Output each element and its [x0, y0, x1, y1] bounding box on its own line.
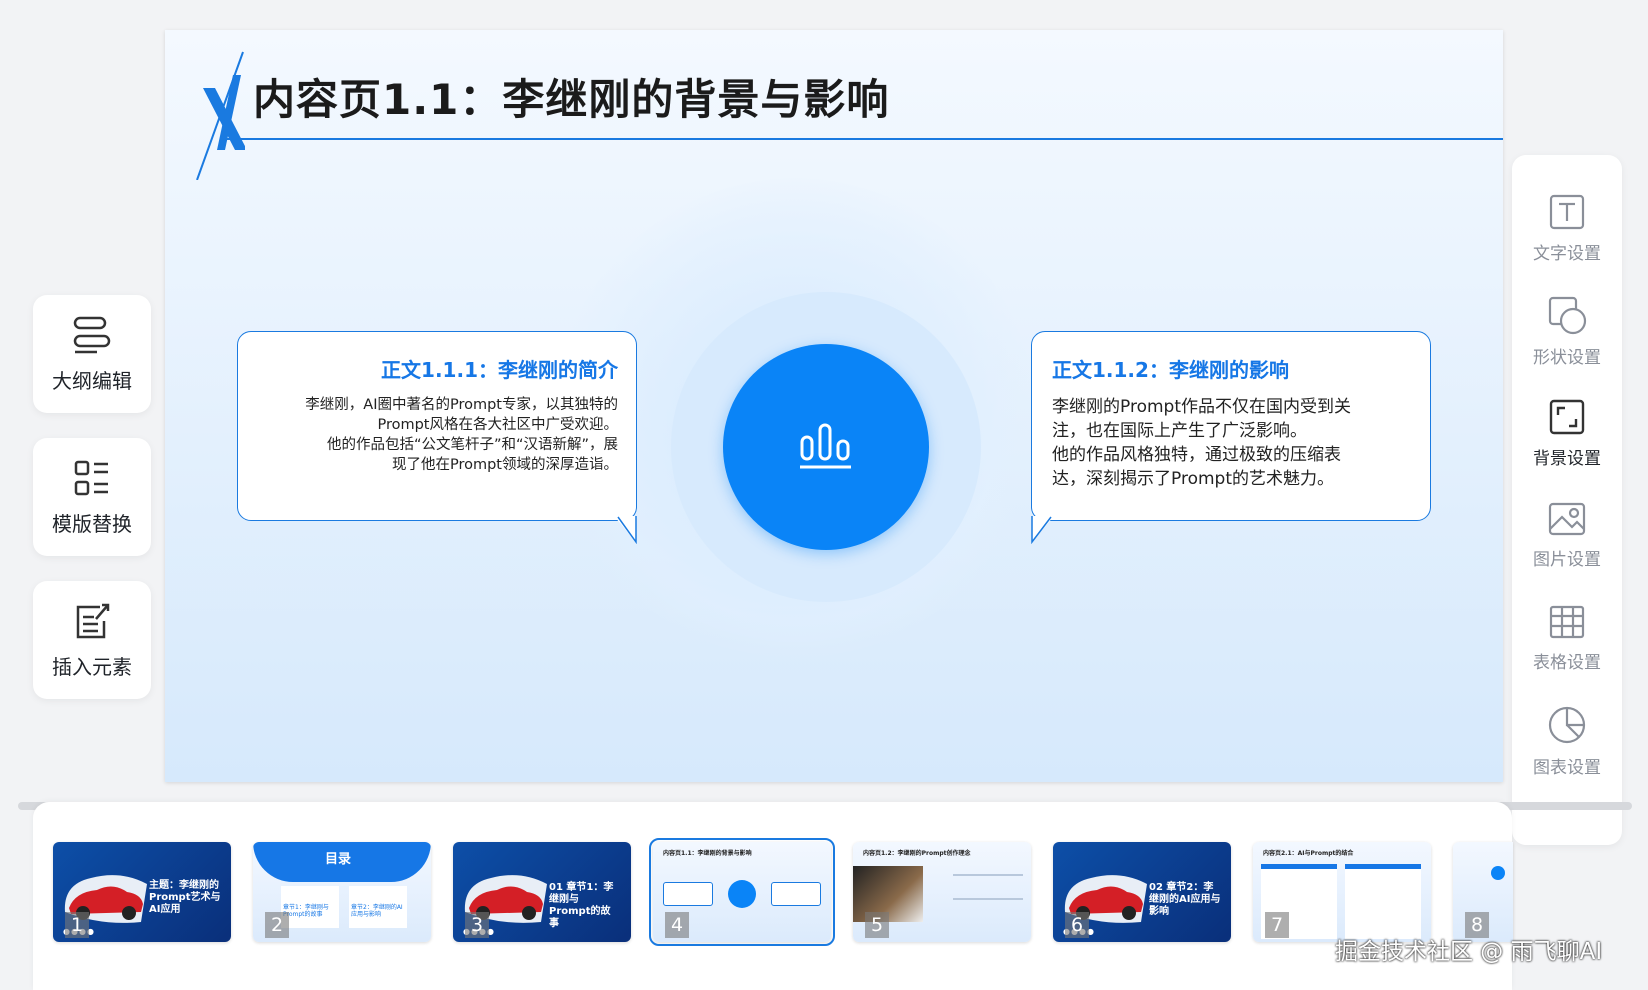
outline-edit-label: 大纲编辑: [52, 368, 132, 393]
thumbnail-text: 目录: [325, 852, 352, 867]
settings-panel: 文字设置 形状设置 背景设置 图片设置 表格设置 图表设置: [1512, 155, 1622, 845]
template-icon: [74, 460, 108, 495]
image-settings-label: 图片设置: [1533, 550, 1601, 570]
thumbnail-card: [1345, 864, 1421, 939]
thumbnail-number: 7: [1265, 912, 1289, 938]
background-settings-button[interactable]: 背景设置: [1512, 398, 1622, 469]
watermark: 掘金技术社区 @ 雨飞聊AI: [1335, 939, 1603, 965]
thumbnail-text: 主题：李继刚的Prompt艺术与AI应用: [149, 880, 221, 915]
slide-title[interactable]: 内容页1.1：李继刚的背景与影响: [253, 66, 889, 127]
slide-thumbnail-1[interactable]: 主题：李继刚的Prompt艺术与AI应用 ●●●● 1: [53, 842, 231, 942]
table-settings-button[interactable]: 表格设置: [1512, 604, 1622, 673]
body-line: Prompt风格在各大社区中广受欢迎。: [377, 417, 618, 433]
body-line: 他的作品包括“公文笔杆子”和“汉语新解”，展: [326, 437, 618, 453]
table-icon: [1549, 605, 1585, 639]
image-settings-button[interactable]: 图片设置: [1512, 501, 1622, 570]
insert-element-label: 插入元素: [52, 654, 132, 679]
thumbnail-card: [663, 882, 713, 906]
thumbnail-circle: [728, 880, 756, 908]
shape-icon: [1548, 296, 1587, 335]
thumbnail-text: 内容页1.1：李继刚的背景与影响: [663, 850, 752, 857]
thumbnail-number: 1: [65, 912, 89, 938]
thumbnail-card: [771, 882, 821, 906]
text-icon: [1549, 194, 1585, 230]
bubble-left-body: 李继刚，AI圈中著名的Prompt专家，以其独特的 Prompt风格在各大社区中…: [258, 395, 618, 475]
slide-thumbnail-5[interactable]: 内容页1.2：李继刚的Prompt创作理念 5: [853, 842, 1031, 942]
background-icon: [1549, 399, 1585, 435]
bubble-right-tail: [1031, 516, 1054, 544]
slide-canvas[interactable]: 内容页1.1：李继刚的背景与影响 正文1.1.1：李继刚的简介 李继刚，AI圈中…: [165, 30, 1503, 782]
shape-settings-button[interactable]: 形状设置: [1512, 295, 1622, 368]
template-replace-button[interactable]: 模版替换: [33, 438, 151, 556]
thumbnail-card: 章节2：李继刚的AI应用与影响: [349, 886, 407, 928]
body-line: 达，深刻揭示了Prompt的艺术魅力。: [1052, 469, 1334, 489]
thumbnail-line: [953, 874, 1023, 876]
text-settings-label: 文字设置: [1533, 244, 1601, 264]
bubble-left-heading: 正文1.1.1：李继刚的简介: [381, 358, 618, 382]
body-line: 他的作品风格独特，通过极致的压缩表: [1052, 445, 1341, 465]
chart-settings-button[interactable]: 图表设置: [1512, 705, 1622, 778]
thumbnail-circle: [1491, 866, 1505, 880]
slide-thumbnail-8[interactable]: 8: [1453, 842, 1513, 942]
insert-element-button[interactable]: 插入元素: [33, 581, 151, 699]
thumbnail-number: 3: [465, 912, 489, 938]
title-underline: [225, 138, 1503, 140]
thumbnail-text: 01 章节1：李继刚与Prompt的故事: [549, 882, 614, 929]
text-settings-button[interactable]: 文字设置: [1512, 193, 1622, 264]
center-circle[interactable]: [723, 344, 929, 550]
thumbnail-text: 内容页1.2：李继刚的Prompt创作理念: [863, 850, 971, 857]
bubble-right-heading: 正文1.1.2：李继刚的影响: [1052, 358, 1289, 382]
body-line: 现了他在Prompt领域的深厚造诣。: [391, 457, 618, 473]
background-settings-label: 背景设置: [1533, 449, 1601, 469]
slide-thumbnail-4[interactable]: 内容页1.1：李继刚的背景与影响 4: [649, 838, 835, 946]
body-line: 李继刚，AI圈中著名的Prompt专家，以其独特的: [305, 397, 618, 413]
thumbnail-number: 6: [1065, 912, 1089, 938]
thumbnail-card: 章节1：李继刚与Prompt的故事: [281, 886, 339, 928]
body-line: 李继刚的Prompt作品不仅在国内受到关: [1052, 397, 1351, 417]
chart-icon: [1548, 706, 1586, 744]
thumbnail-number: 4: [665, 912, 689, 938]
slide-thumbnail-2[interactable]: 目录 章节1：李继刚与Prompt的故事 章节2：李继刚的AI应用与影响 2: [253, 842, 431, 942]
slide-thumbnail-3[interactable]: 01 章节1：李继刚与Prompt的故事 ●●●● 3: [453, 842, 631, 942]
image-icon: [1548, 502, 1586, 536]
thumbnail-number: 5: [865, 912, 889, 938]
slide-thumbnail-7[interactable]: 内容页2.1：AI与Prompt的结合 7: [1253, 842, 1431, 942]
table-settings-label: 表格设置: [1533, 653, 1601, 673]
outline-icon: [73, 316, 111, 353]
thumbnail-number: 2: [265, 912, 289, 938]
bubble-left-tail: [614, 516, 637, 544]
outline-edit-button[interactable]: 大纲编辑: [33, 295, 151, 413]
template-replace-label: 模版替换: [52, 511, 132, 536]
bar-chart-icon: [800, 423, 851, 469]
insert-icon: [76, 603, 110, 638]
body-line: 注，也在国际上产生了广泛影响。: [1052, 421, 1307, 441]
chart-settings-label: 图表设置: [1533, 758, 1601, 778]
bubble-right-body: 李继刚的Prompt作品不仅在国内受到关 注，也在国际上产生了广泛影响。 他的作…: [1052, 395, 1412, 491]
thumbnail-text: 内容页2.1：AI与Prompt的结合: [1263, 850, 1354, 857]
text-bubble-right[interactable]: 正文1.1.2：李继刚的影响 李继刚的Prompt作品不仅在国内受到关 注，也在…: [1031, 331, 1431, 521]
text-bubble-left[interactable]: 正文1.1.1：李继刚的简介 李继刚，AI圈中著名的Prompt专家，以其独特的…: [237, 331, 637, 521]
logo-x-icon: [196, 51, 245, 180]
thumbnail-text: 02 章节2：李继刚的AI应用与影响: [1149, 882, 1221, 917]
shape-settings-label: 形状设置: [1533, 348, 1601, 368]
slide-thumbnail-6[interactable]: 02 章节2：李继刚的AI应用与影响 ●●●● 6: [1053, 842, 1231, 942]
thumbnail-line: [953, 898, 1023, 900]
